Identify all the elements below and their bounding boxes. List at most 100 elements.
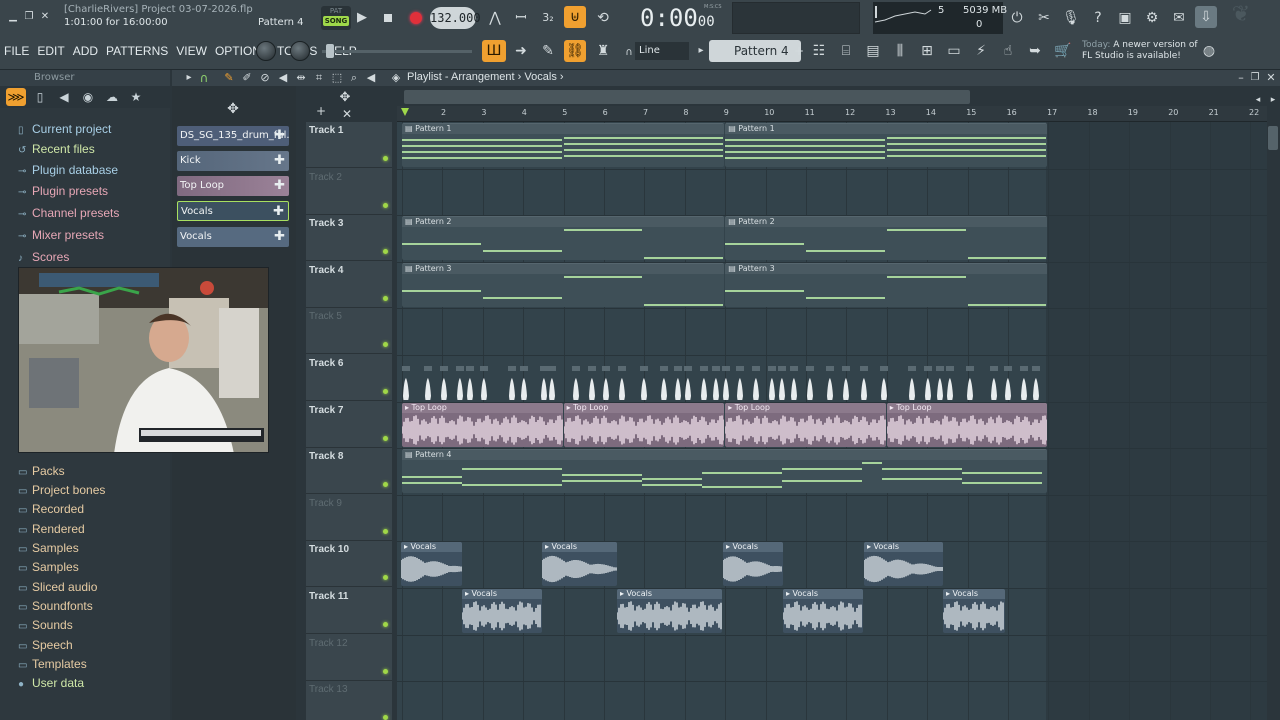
- kick-hit-clip[interactable]: [768, 356, 776, 400]
- browser-item-1[interactable]: ▯ Current project: [18, 120, 111, 138]
- menu-file[interactable]: FILE: [4, 44, 29, 58]
- picker-item-3[interactable]: Top Loop ✚: [177, 176, 289, 196]
- picker-add-icon[interactable]: ✚: [274, 126, 285, 146]
- project-icon[interactable]: ▭: [943, 40, 965, 62]
- tempo-display[interactable]: 132.000: [430, 7, 481, 29]
- kick-hit-clip[interactable]: [602, 356, 610, 400]
- news-panel[interactable]: Today: A newer version of FL Studio is a…: [1082, 40, 1198, 62]
- kick-hit-clip[interactable]: [966, 356, 974, 400]
- pattern-clip[interactable]: ▤ Pattern 3: [725, 262, 1048, 307]
- track-header-11[interactable]: Track 11: [306, 588, 392, 634]
- scroll-right-icon[interactable]: ▸: [1262, 89, 1280, 111]
- menu-view[interactable]: VIEW: [176, 44, 207, 58]
- touch-icon[interactable]: ☝: [997, 40, 1019, 62]
- kick-hit-clip[interactable]: [540, 356, 548, 400]
- magnet-snap-icon[interactable]: ⛓: [564, 40, 586, 62]
- playlist-close-icon[interactable]: ✕: [1260, 67, 1280, 89]
- browser-item-10[interactable]: ▭ Recorded: [18, 500, 84, 518]
- audio-clip-vocals[interactable]: ▸ Vocals: [617, 589, 722, 633]
- browser-file-tab-icon[interactable]: ▯: [30, 88, 50, 106]
- track-mute-led-icon[interactable]: [383, 202, 388, 208]
- track-header-10[interactable]: Track 10: [306, 541, 392, 588]
- browser-item-5[interactable]: ⊸ Channel presets: [18, 204, 119, 222]
- kick-hit-clip[interactable]: [990, 356, 998, 400]
- track-header-5[interactable]: Track 5: [306, 308, 392, 355]
- play-button[interactable]: ▶: [350, 6, 374, 30]
- pattern-clip[interactable]: ▤ Pattern 1: [402, 123, 725, 167]
- kick-hit-clip[interactable]: [712, 356, 720, 400]
- master-volume-knob[interactable]: [256, 41, 276, 61]
- pattern-clip[interactable]: ▤ Pattern 2: [725, 216, 1048, 261]
- track-header-6[interactable]: Track 6: [306, 355, 392, 401]
- pat-song-toggle[interactable]: PAT SONG: [321, 6, 351, 30]
- track-header-1[interactable]: Track 1: [306, 122, 392, 168]
- track-mute-led-icon[interactable]: [383, 435, 388, 441]
- kick-hit-clip[interactable]: [924, 356, 932, 400]
- minimize-icon[interactable]: ▁: [6, 10, 20, 24]
- kick-hit-clip[interactable]: [588, 356, 596, 400]
- kick-hit-clip[interactable]: [722, 356, 730, 400]
- browser-tree-icon[interactable]: ⊞: [916, 40, 938, 62]
- plug-icon[interactable]: ⚡: [970, 40, 992, 62]
- track-mute-led-icon[interactable]: [383, 668, 388, 674]
- picker-item-5[interactable]: Vocals ✚: [177, 227, 289, 247]
- browser-item-6[interactable]: ⊸ Mixer presets: [18, 226, 104, 244]
- add-track-icon[interactable]: +: [310, 100, 332, 122]
- browser-star-tab-icon[interactable]: ★: [126, 88, 146, 106]
- globe-icon[interactable]: ◍: [1198, 40, 1220, 62]
- stamp-icon[interactable]: ♜: [592, 40, 614, 62]
- browser-item-15[interactable]: ▭ Soundfonts: [18, 597, 93, 615]
- audio-clip-vocals[interactable]: ▸ Vocals: [401, 542, 462, 587]
- playback-tool-icon[interactable]: ◀: [360, 67, 382, 89]
- browser-item-8[interactable]: ▭ Packs: [18, 462, 65, 480]
- restore-icon[interactable]: ❐: [22, 10, 36, 24]
- kick-hit-clip[interactable]: [440, 356, 448, 400]
- kick-hit-clip[interactable]: [402, 356, 410, 400]
- picker-item-2[interactable]: Kick ✚: [177, 151, 289, 171]
- kick-hit-clip[interactable]: [936, 356, 944, 400]
- kick-hit-clip[interactable]: [806, 356, 814, 400]
- save-icon[interactable]: ▣: [1114, 7, 1136, 29]
- kick-hit-clip[interactable]: [842, 356, 850, 400]
- track-header-3[interactable]: Track 3: [306, 215, 392, 262]
- playlist-view-icon[interactable]: Ш: [482, 40, 506, 62]
- vertical-scrollbar[interactable]: [1267, 122, 1280, 720]
- shop-icon[interactable]: 🛒: [1052, 40, 1074, 62]
- channel-rack-icon[interactable]: ▤: [862, 40, 884, 62]
- kick-hit-clip[interactable]: [548, 356, 556, 400]
- kick-hit-clip[interactable]: [480, 356, 488, 400]
- browser-item-13[interactable]: ▭ Samples: [18, 558, 79, 576]
- track-mute-led-icon[interactable]: [383, 482, 388, 488]
- snap-selector[interactable]: Line: [635, 42, 689, 60]
- track-header-2[interactable]: Track 2: [306, 169, 392, 215]
- kick-hit-clip[interactable]: [1020, 356, 1028, 400]
- track-mute-led-icon[interactable]: [383, 715, 388, 720]
- record-button[interactable]: [404, 6, 428, 30]
- download-icon[interactable]: ⇩: [1195, 6, 1217, 28]
- picker-add-icon[interactable]: ✚: [274, 176, 285, 196]
- track-mute-led-icon[interactable]: [383, 156, 388, 161]
- track-mute-led-icon[interactable]: [383, 249, 388, 255]
- browser-item-3[interactable]: ⊸ Plugin database: [18, 161, 118, 179]
- audio-clip-top-loop[interactable]: ▸ Top Loop: [725, 402, 886, 447]
- add-pattern-icon[interactable]: +: [788, 40, 810, 62]
- menu-add[interactable]: ADD: [73, 44, 98, 58]
- playlist-options-icon[interactable]: ◈: [385, 67, 407, 89]
- picker-add-icon[interactable]: ✚: [274, 151, 285, 171]
- kick-hit-clip[interactable]: [700, 356, 708, 400]
- kick-hit-clip[interactable]: [778, 356, 786, 400]
- browser-item-4[interactable]: ⊸ Plugin presets: [18, 182, 108, 200]
- metronome-icon[interactable]: ⋀: [484, 7, 506, 29]
- close-icon[interactable]: ✕: [38, 10, 52, 24]
- audio-clip-vocals[interactable]: ▸ Vocals: [723, 542, 783, 587]
- track-mute-led-icon[interactable]: [383, 342, 388, 348]
- kick-hit-clip[interactable]: [826, 356, 834, 400]
- chat-icon[interactable]: ✉: [1168, 7, 1190, 29]
- pattern-clip[interactable]: ▤ Pattern 2: [402, 216, 725, 261]
- picker-item-1[interactable]: DS_SG_135_drum_ful... ✚: [177, 126, 289, 146]
- piano-roll-icon[interactable]: ⌸: [835, 40, 857, 62]
- kick-hit-clip[interactable]: [1004, 356, 1012, 400]
- kick-hit-clip[interactable]: [572, 356, 580, 400]
- kick-hit-clip[interactable]: [508, 356, 516, 400]
- browser-speaker-tab-icon[interactable]: ◀: [54, 88, 74, 106]
